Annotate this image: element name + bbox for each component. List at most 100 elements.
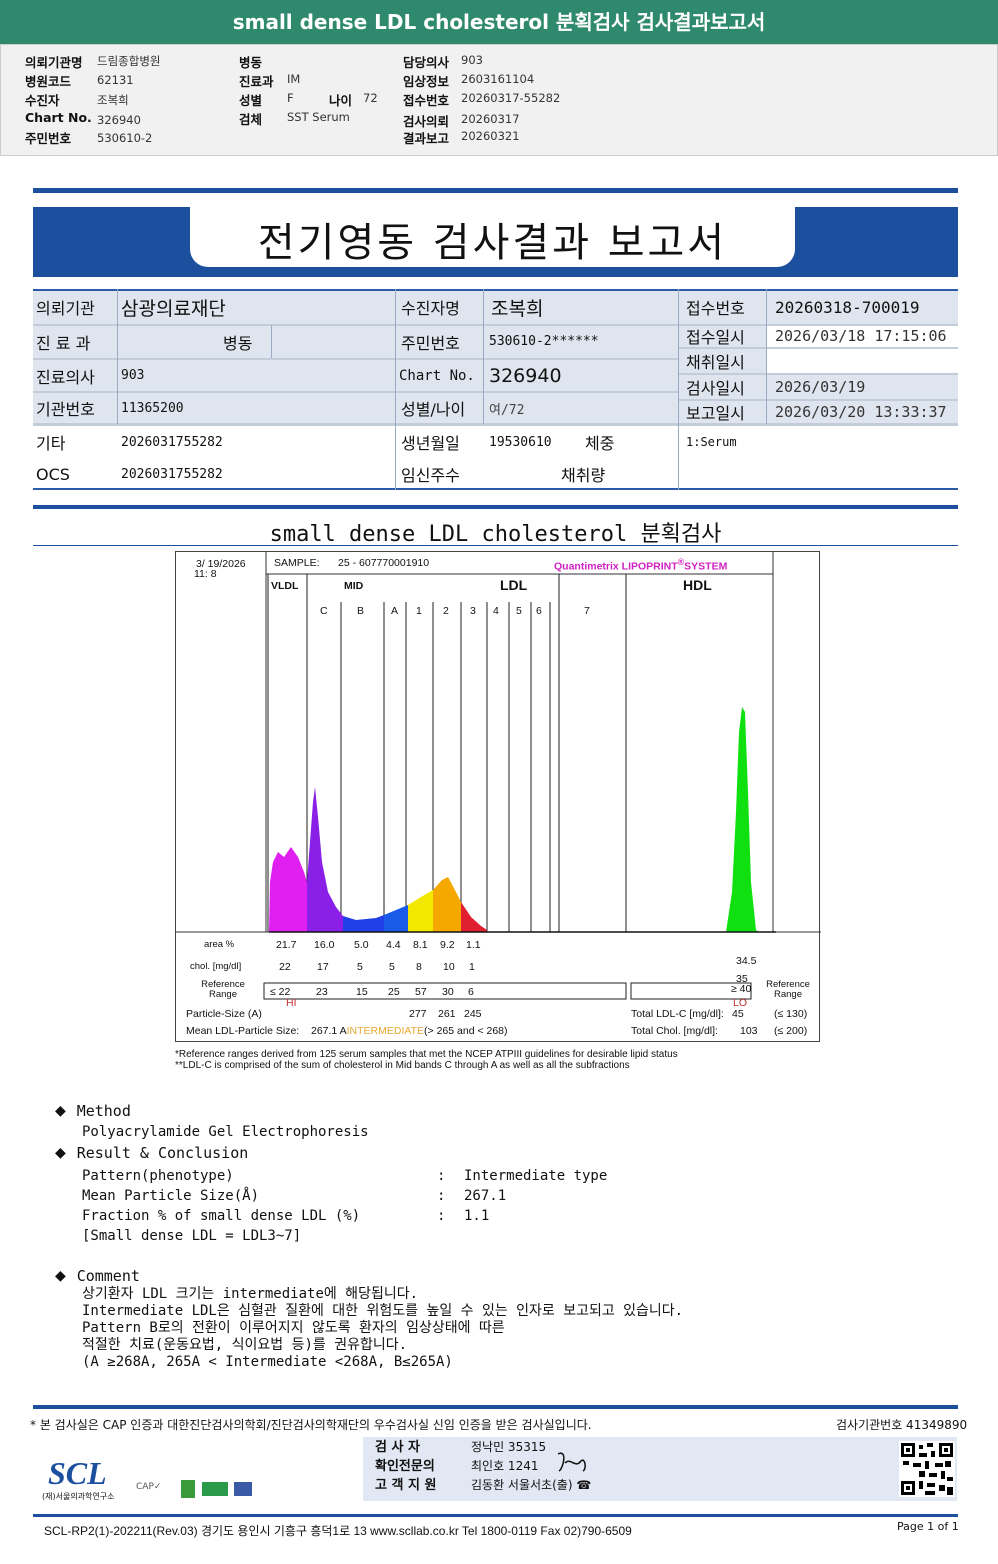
examiner-label: 검 사 자 xyxy=(375,1440,420,1455)
ldlc-ref: (≤ 130) xyxy=(774,1008,808,1020)
banner-title: 전기영동 검사결과 보고서 xyxy=(257,220,728,266)
value: 삼광의료재단 xyxy=(121,297,226,320)
logo-subtitle: (재)서울의과학연구소 xyxy=(42,1492,115,1501)
result-value: 267.1 xyxy=(464,1188,507,1204)
comment-line: 적절한 치료(운동요법, 식이요법 등)를 권유합니다. xyxy=(82,1337,408,1353)
group-hdl: HDL xyxy=(683,577,712,593)
result-key: Mean Particle Size(Å) xyxy=(82,1188,260,1204)
value: 2026/03/18 17:15:06 xyxy=(775,327,947,345)
value: 530610-2 xyxy=(97,131,153,145)
label: 담당의사 xyxy=(403,55,450,70)
size-label: Particle-Size (A) xyxy=(186,1008,262,1020)
certification-logos: CAP✓ xyxy=(136,1480,256,1502)
band-label: A xyxy=(391,605,399,617)
label: 체중 xyxy=(585,434,615,453)
group-mid: MID xyxy=(344,580,364,592)
eqa-logo xyxy=(202,1482,228,1496)
chol-value: 17 xyxy=(317,961,329,973)
value: 2603161104 xyxy=(461,72,535,86)
result-value: 1.1 xyxy=(464,1208,490,1224)
value: 드림종합병원 xyxy=(97,54,161,68)
value: SST Serum xyxy=(287,110,350,124)
support-label: 고 객 지 원 xyxy=(375,1478,437,1493)
band-label: 5 xyxy=(516,605,522,617)
label: 진료과 xyxy=(239,74,274,89)
label: 임신주수 xyxy=(401,466,460,485)
method-section: ◆ Method Polyacrylamide Gel Electrophore… xyxy=(55,1100,607,1244)
value: 20260318-700019 xyxy=(775,297,920,317)
aab-logo xyxy=(234,1482,252,1496)
support: 김동환 서울서초(출) ☎ xyxy=(471,1478,592,1492)
lmi-logo xyxy=(181,1480,195,1498)
method-title: Method xyxy=(76,1102,131,1120)
brand: Quantimetrix LIPOPRINT®SYSTEM xyxy=(554,557,728,573)
ref-value: 23 xyxy=(316,986,328,998)
label: 기관번호 xyxy=(36,400,95,419)
result-sep: : xyxy=(437,1188,446,1204)
mean-class: INTERMEDIATE xyxy=(346,1025,425,1037)
value: 20260317-55282 xyxy=(461,91,561,105)
ldl1-peak xyxy=(408,890,433,932)
cert-note: * 본 검사실은 CAP 인증과 대한진단검사의학회/진단검사의학재단의 우수검… xyxy=(30,1418,592,1432)
mean-rule: (> 265 and < 268) xyxy=(424,1025,508,1037)
inst-number: 검사기관번호 41349890 xyxy=(836,1418,968,1432)
ldl2-peak xyxy=(433,877,461,932)
value: F xyxy=(287,91,294,105)
label: 의뢰기관명 xyxy=(25,55,83,70)
brand-name: Quantimetrix LIPOPRINT xyxy=(554,560,678,573)
result-key: Fraction % of small dense LDL (%) xyxy=(82,1208,361,1224)
value: 903 xyxy=(461,53,483,67)
signature xyxy=(557,1452,586,1472)
ref-value: 57 xyxy=(415,986,427,998)
result-value: Intermediate type xyxy=(464,1168,608,1184)
band-label: B xyxy=(357,605,365,617)
divider xyxy=(33,1514,958,1517)
band-label: 4 xyxy=(493,605,499,617)
value: 62131 xyxy=(97,73,134,87)
group-ldl: LDL xyxy=(500,577,528,593)
value: 2026/03/19 xyxy=(775,378,866,396)
divider xyxy=(33,545,958,546)
chol-hdl: 35 xyxy=(736,973,748,985)
ldl3-peak xyxy=(461,902,487,932)
label: 수진자 xyxy=(25,93,60,108)
chol-value: 5 xyxy=(389,961,395,973)
ref-value: 30 xyxy=(442,986,454,998)
area-value: 5.0 xyxy=(354,939,369,951)
size-1: 277 xyxy=(409,1008,427,1020)
qr-code-icon xyxy=(899,1441,955,1497)
note-1: *Reference ranges derived from 125 serum… xyxy=(175,1049,678,1060)
label: 진료의사 xyxy=(36,367,95,387)
value: 326940 xyxy=(489,364,562,387)
value: 2026/03/20 13:33:37 xyxy=(775,403,947,421)
patient-table: 의뢰기관 삼광의료재단 수진자명 조복희 접수번호 20260318-70001… xyxy=(33,289,958,491)
label: OCS xyxy=(36,464,70,484)
mean-size: 267.1 A xyxy=(311,1025,347,1037)
cap-logo: CAP✓ xyxy=(136,1482,162,1492)
report-title: small dense LDL cholesterol 분획검사 검사결과보고서 xyxy=(0,0,998,44)
result-sep: : xyxy=(437,1168,446,1184)
divider xyxy=(33,188,958,193)
method-text: Polyacrylamide Gel Electrophoresis xyxy=(82,1124,369,1140)
divider xyxy=(33,505,958,509)
label: 접수일시 xyxy=(686,328,745,347)
chol-value: 5 xyxy=(357,961,363,973)
tchol-ref: (≤ 200) xyxy=(774,1025,808,1037)
value: 530610-2****** xyxy=(489,334,599,349)
label: 성별/나이 xyxy=(401,400,466,419)
area-value: 16.0 xyxy=(314,939,335,951)
area-hdl: 34.5 xyxy=(736,955,757,967)
size-3: 245 xyxy=(464,1008,482,1020)
value: 조복희 xyxy=(491,297,544,320)
comment-line: Pattern B로의 전환이 이루어지지 않도록 환자의 임상상태에 따른 xyxy=(82,1320,505,1336)
mid-b-peak xyxy=(343,915,384,932)
chol-label: chol. [mg/dl] xyxy=(190,961,242,972)
result-row: Pattern(phenotype): Intermediate type xyxy=(82,1168,607,1188)
area-value: 1.1 xyxy=(466,939,481,951)
label: Chart No. xyxy=(399,367,475,384)
divider xyxy=(33,1405,958,1409)
label: 접수번호 xyxy=(403,93,450,108)
chol-value: 1 xyxy=(469,961,475,973)
label: 임상정보 xyxy=(403,74,450,89)
value: 72 xyxy=(363,91,378,105)
